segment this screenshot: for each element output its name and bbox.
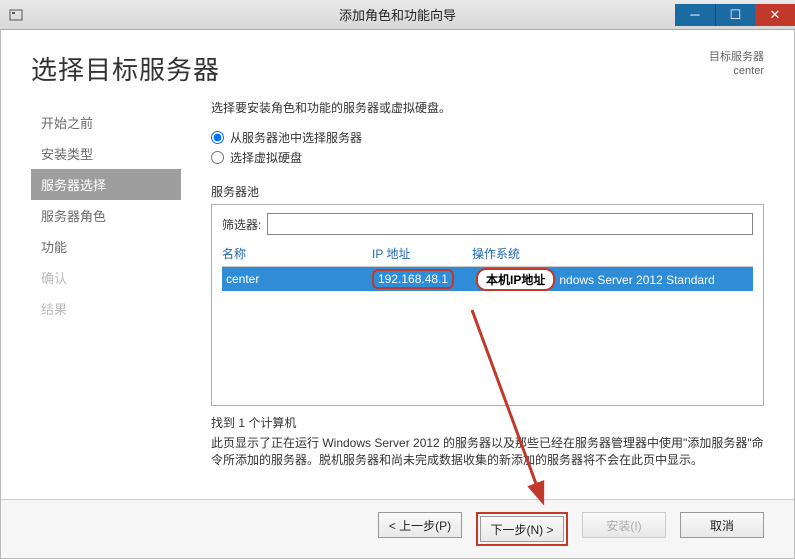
app-icon — [8, 7, 24, 23]
found-count: 找到 1 个计算机 — [211, 414, 764, 431]
next-button-highlight: 下一步(N) > — [476, 512, 568, 546]
radio-select-from-pool-label: 从服务器池中选择服务器 — [230, 129, 362, 146]
sidebar-step-4[interactable]: 功能 — [31, 231, 181, 262]
sidebar-step-0[interactable]: 开始之前 — [31, 107, 181, 138]
close-button[interactable]: ✕ — [755, 4, 795, 26]
column-ip[interactable]: IP 地址 — [372, 245, 472, 262]
destination-label: 目标服务器 — [709, 50, 764, 64]
radio-select-vhd-label: 选择虚拟硬盘 — [230, 149, 302, 166]
server-pool-label: 服务器池 — [211, 183, 764, 200]
sidebar-step-6: 结果 — [31, 293, 181, 324]
maximize-button[interactable]: ☐ — [715, 4, 755, 26]
column-os[interactable]: 操作系统 — [472, 245, 753, 262]
page-title: 选择目标服务器 — [31, 50, 220, 87]
grid-body: center 192.168.48.1 本机IP地址 ndows Server 2… — [222, 267, 753, 397]
radio-select-vhd-input[interactable] — [211, 151, 224, 164]
minimize-button[interactable]: ─ — [675, 4, 715, 26]
sidebar-step-2[interactable]: 服务器选择 — [31, 169, 181, 200]
table-row[interactable]: center 192.168.48.1 本机IP地址 ndows Server 2… — [222, 267, 753, 291]
cell-name: center — [222, 272, 372, 286]
window-title: 添加角色和功能向导 — [339, 5, 456, 24]
destination-value: center — [709, 64, 764, 78]
radio-select-vhd[interactable]: 选择虚拟硬盘 — [211, 149, 764, 166]
sidebar-step-5: 确认 — [31, 262, 181, 293]
grid-header: 名称 IP 地址 操作系统 — [222, 241, 753, 267]
sidebar-step-3[interactable]: 服务器角色 — [31, 200, 181, 231]
main-pane: 选择要安装角色和功能的服务器或虚拟硬盘。 从服务器池中选择服务器 选择虚拟硬盘 … — [181, 99, 764, 489]
ip-annotation: 192.168.48.1 — [372, 269, 454, 289]
os-text: ndows Server 2012 Standard — [559, 273, 714, 287]
sidebar-step-1[interactable]: 安装类型 — [31, 138, 181, 169]
wizard-sidebar: 开始之前安装类型服务器选择服务器角色功能确认结果 — [31, 99, 181, 489]
cell-os: 本机IP地址 ndows Server 2012 Standard — [472, 268, 753, 291]
annotation-note: 本机IP地址 — [476, 268, 555, 291]
wizard-footer: < 上一步(P) 下一步(N) > 安装(I) 取消 — [1, 499, 794, 558]
install-button: 安装(I) — [582, 512, 666, 538]
previous-button[interactable]: < 上一步(P) — [378, 512, 462, 538]
filter-input[interactable] — [267, 213, 753, 235]
filter-label: 筛选器: — [222, 216, 261, 233]
destination-info: 目标服务器 center — [709, 50, 764, 79]
cancel-button[interactable]: 取消 — [680, 512, 764, 538]
next-button[interactable]: 下一步(N) > — [480, 516, 564, 542]
column-name[interactable]: 名称 — [222, 245, 372, 262]
page-description: 此页显示了正在运行 Windows Server 2012 的服务器以及那些已经… — [211, 435, 764, 469]
instruction-text: 选择要安装角色和功能的服务器或虚拟硬盘。 — [211, 99, 764, 116]
cell-ip: 192.168.48.1 — [372, 269, 472, 289]
server-pool-box: 筛选器: 名称 IP 地址 操作系统 center 192.168.48.1 — [211, 204, 764, 406]
radio-select-from-pool[interactable]: 从服务器池中选择服务器 — [211, 129, 764, 146]
radio-select-from-pool-input[interactable] — [211, 131, 224, 144]
titlebar: 添加角色和功能向导 ─ ☐ ✕ — [0, 0, 795, 30]
